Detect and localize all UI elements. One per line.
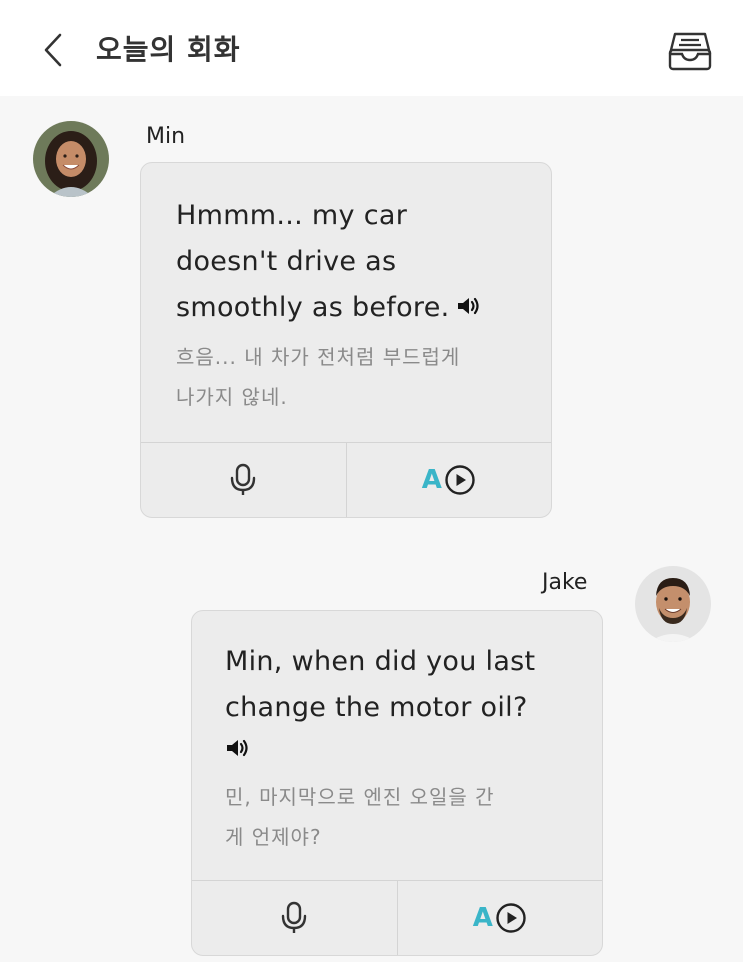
speaker-icon bbox=[457, 297, 479, 314]
message-line: Min, when did you last bbox=[225, 646, 536, 677]
message-text-en: Min, when did you last change the motor … bbox=[225, 639, 535, 770]
speaker-icon bbox=[227, 739, 248, 756]
message-bubble: Hmmm... my car doesn't drive as smoothly… bbox=[140, 162, 552, 518]
message-line: doesn't drive as bbox=[176, 246, 397, 277]
record-button[interactable] bbox=[141, 443, 346, 517]
avatar-min bbox=[33, 121, 109, 197]
play-label: A bbox=[421, 465, 442, 495]
sender-name: Jake bbox=[542, 570, 588, 595]
microphone-icon bbox=[282, 901, 307, 933]
chevron-left-icon bbox=[44, 33, 62, 67]
message-line bbox=[225, 731, 535, 770]
female-avatar-icon bbox=[33, 121, 109, 197]
message-line: change the motor oil? bbox=[225, 692, 528, 723]
translation-line: 나가지 않네. bbox=[176, 385, 288, 409]
translation-line: 흐음... 내 차가 전처럼 부드럽게 bbox=[176, 345, 461, 369]
message-text-ko: 흐음... 내 차가 전처럼 부드럽게 나가지 않네. bbox=[176, 337, 460, 417]
play-circle-icon bbox=[496, 903, 526, 933]
message-line: Hmmm... my car bbox=[176, 200, 408, 231]
speaker-button[interactable] bbox=[225, 732, 249, 770]
message-text-en: Hmmm... my car doesn't drive as smoothly… bbox=[176, 193, 480, 332]
message-line-text: smoothly as before. bbox=[176, 292, 450, 323]
message-bubble: Min, when did you last change the motor … bbox=[191, 610, 603, 956]
male-avatar-icon bbox=[635, 566, 711, 642]
play-label: A bbox=[472, 903, 493, 933]
inbox-tray-icon bbox=[668, 32, 712, 71]
top-bar: 오늘의 회화 bbox=[0, 0, 743, 96]
record-button[interactable] bbox=[192, 881, 397, 955]
inbox-button[interactable] bbox=[662, 26, 718, 76]
sender-name: Min bbox=[146, 124, 186, 149]
play-native-button[interactable]: A bbox=[396, 881, 603, 955]
speaker-button[interactable] bbox=[456, 286, 480, 332]
message-actions: A bbox=[192, 880, 602, 955]
translation-line: 민, 마지막으로 엔진 오일을 간 bbox=[225, 785, 495, 809]
message-line: smoothly as before. bbox=[176, 285, 480, 332]
page-title: 오늘의 회화 bbox=[96, 33, 241, 66]
message-text-ko: 민, 마지막으로 엔진 오일을 간 게 언제야? bbox=[225, 777, 495, 857]
play-circle-icon bbox=[445, 465, 475, 495]
avatar-jake bbox=[635, 566, 711, 642]
microphone-icon bbox=[231, 463, 256, 495]
play-native-button[interactable]: A bbox=[345, 443, 552, 517]
translation-line: 게 언제야? bbox=[225, 825, 322, 849]
message-actions: A bbox=[141, 442, 551, 517]
back-button[interactable] bbox=[36, 28, 70, 72]
